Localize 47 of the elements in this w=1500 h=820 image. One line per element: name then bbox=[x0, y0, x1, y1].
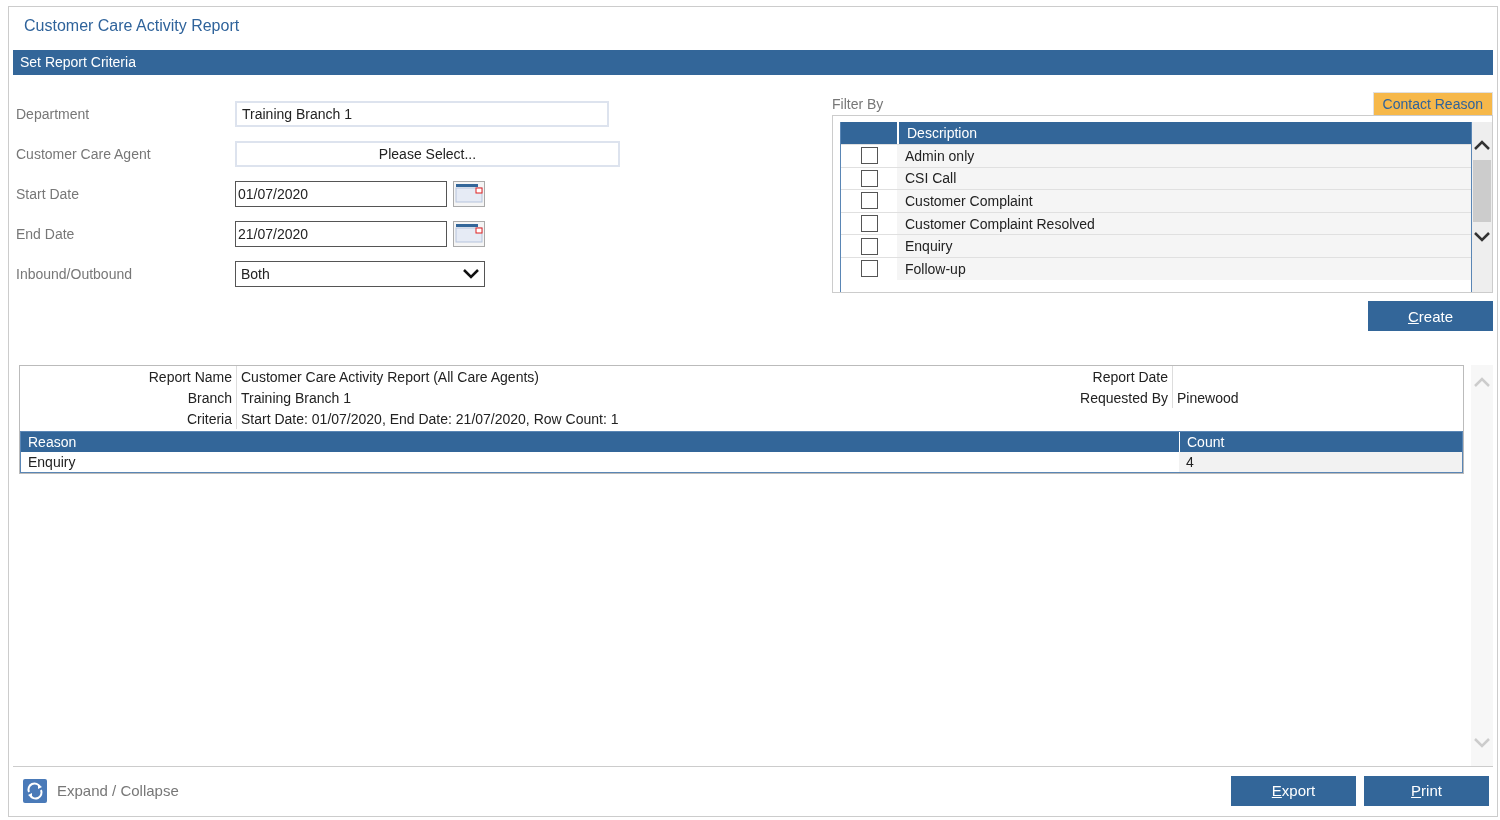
info-value: Training Branch 1 bbox=[240, 389, 352, 408]
column-header: Reason bbox=[27, 433, 78, 452]
footer-button[interactable]: Print bbox=[1364, 775, 1489, 806]
field-label: Department bbox=[15, 105, 91, 122]
checkbox[interactable] bbox=[860, 147, 878, 165]
info-label: Requested By bbox=[1033, 387, 1173, 408]
calendar-icon[interactable] bbox=[453, 220, 485, 247]
checkbox[interactable] bbox=[860, 215, 878, 233]
scroll-up-icon[interactable] bbox=[1474, 140, 1490, 150]
list-item-text[interactable]: Admin only bbox=[897, 147, 975, 164]
filter-label: Filter By bbox=[832, 96, 884, 114]
list-item-text[interactable]: Follow-up bbox=[897, 260, 966, 277]
list-item-text[interactable]: Enquiry bbox=[897, 238, 953, 255]
section-header: Set Report Criteria bbox=[13, 50, 1493, 75]
info-value: Start Date: 01/07/2020, End Date: 21/07/2020, Row Count: 1 bbox=[240, 410, 620, 429]
footer-button[interactable]: Export bbox=[1231, 775, 1356, 806]
checkbox[interactable] bbox=[860, 260, 878, 278]
refresh-icon[interactable] bbox=[23, 778, 47, 803]
checkbox[interactable] bbox=[860, 192, 878, 210]
chevron-down-icon[interactable] bbox=[463, 268, 479, 279]
field-label: Start Date bbox=[15, 185, 81, 202]
list-item-text[interactable]: CSI Call bbox=[897, 170, 957, 187]
checkbox[interactable] bbox=[860, 169, 878, 187]
scrollbar-thumb[interactable] bbox=[1473, 160, 1491, 222]
list-item-text[interactable]: Customer Complaint bbox=[897, 193, 1033, 209]
info-value: Customer Care Activity Report (All Care Agents) bbox=[240, 368, 540, 387]
direction-select[interactable]: Both bbox=[235, 260, 485, 287]
info-label: Report Date bbox=[1033, 366, 1173, 387]
filter-tab[interactable]: Contact Reason bbox=[1372, 92, 1493, 115]
info-label: Criteria bbox=[20, 408, 237, 429]
date-field[interactable]: 21/07/2020 bbox=[235, 220, 447, 247]
calendar-icon[interactable] bbox=[453, 180, 485, 207]
date-field[interactable]: 01/07/2020 bbox=[235, 180, 447, 207]
scroll-down-icon[interactable] bbox=[1474, 232, 1490, 242]
field-label: End Date bbox=[15, 225, 76, 242]
page-title: Customer Care Activity Report bbox=[23, 16, 241, 36]
field-label: Customer Care Agent bbox=[15, 145, 152, 162]
create-button[interactable]: Create bbox=[1368, 301, 1493, 331]
agent-picker[interactable]: Please Select... bbox=[235, 140, 620, 167]
department-field[interactable]: Training Branch 1 bbox=[235, 100, 609, 127]
field-label: Inbound/Outbound bbox=[15, 265, 133, 282]
table-cell: 4 bbox=[1179, 452, 1462, 472]
info-label: Report Name bbox=[20, 366, 237, 387]
info-value: Pinewood bbox=[1176, 389, 1240, 408]
checkbox[interactable] bbox=[860, 237, 878, 255]
info-label: Branch bbox=[20, 387, 237, 408]
expand-collapse-link[interactable]: Expand / Collapse bbox=[57, 782, 179, 799]
